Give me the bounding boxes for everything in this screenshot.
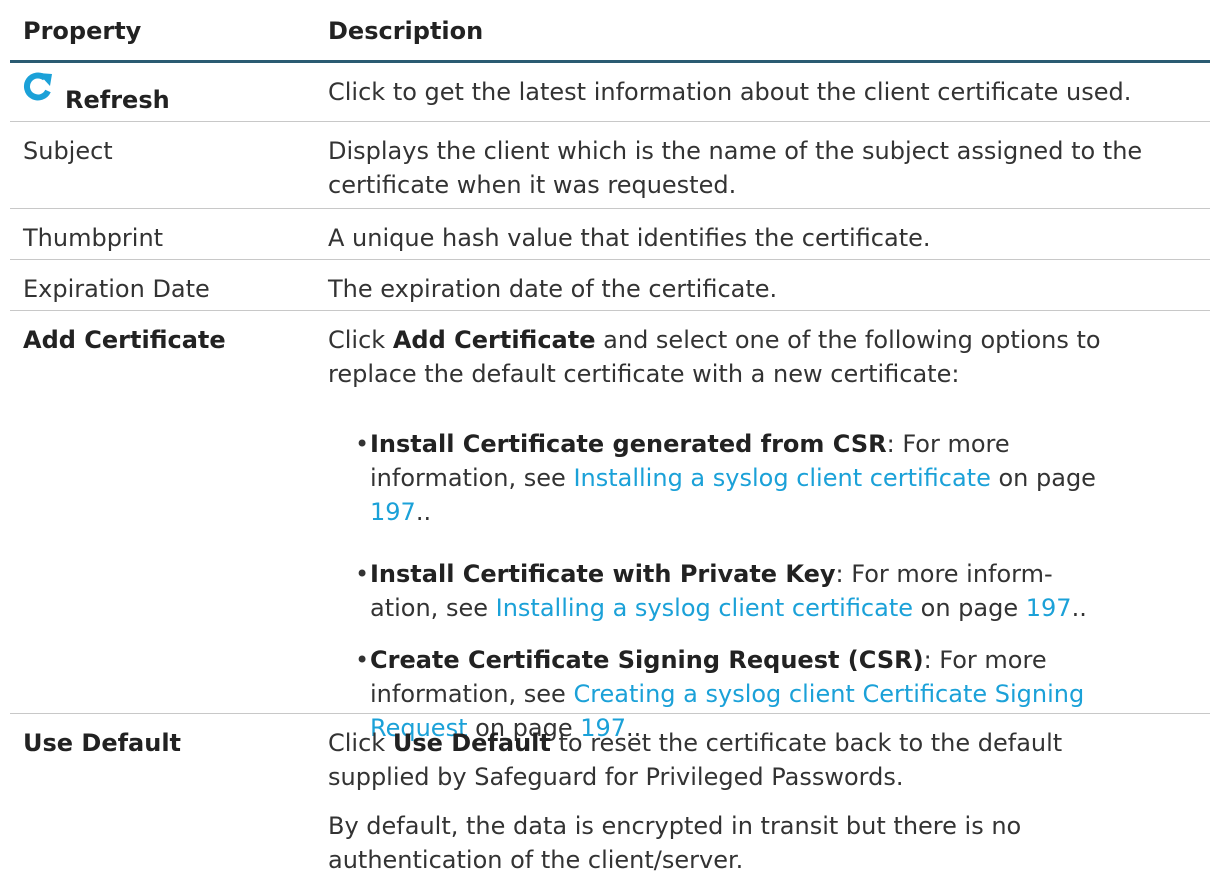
- table-row-refresh: Refresh Click to get the latest informat…: [10, 63, 1210, 121]
- add-certificate-intro-line1: Click Add Certificate and select one of …: [328, 326, 1101, 354]
- link-installing-syslog-client-certificate[interactable]: Installing a syslog client certificate: [573, 464, 990, 492]
- refresh-label[interactable]: Refresh: [65, 83, 170, 117]
- subject-description-line2: certificate when it was requested.: [328, 171, 737, 199]
- bullet-icon: •: [355, 560, 370, 588]
- use-default-label: Use Default: [23, 729, 182, 757]
- expiration-label: Expiration Date: [23, 275, 210, 303]
- table-row-add-certificate: Add Certificate Click Add Certificate an…: [10, 311, 1210, 742]
- add-certificate-intro-line2: replace the default certificate with a n…: [328, 360, 960, 388]
- refresh-property-cell: Refresh: [23, 72, 313, 117]
- link-page-197[interactable]: 197: [370, 498, 416, 526]
- header-description: Description: [328, 17, 484, 45]
- subject-description: Displays the client which is the name of…: [328, 134, 1208, 202]
- table-header: Property Description: [10, 0, 1210, 60]
- thumbprint-description: A unique hash value that identifies the …: [328, 224, 931, 252]
- table-row-subject: Subject Displays the client which is the…: [10, 122, 1210, 208]
- option-install-csr[interactable]: Install Certificate generated from CSR: [370, 430, 887, 458]
- header-property: Property: [23, 17, 142, 45]
- use-default-description: Click Use Default to reset the certifica…: [328, 729, 1063, 874]
- thumbprint-label: Thumbprint: [23, 224, 164, 252]
- option-install-private-key[interactable]: Install Certificate with Private Key: [370, 560, 836, 588]
- expiration-description: The expiration date of the certificate.: [328, 275, 778, 303]
- refresh-description: Click to get the latest information abou…: [328, 78, 1132, 106]
- bullet-icon: •: [355, 430, 370, 458]
- link-creating-syslog-csr[interactable]: Creating a syslog client Certificate Sig…: [573, 680, 1084, 708]
- bullet-icon: •: [355, 646, 370, 674]
- option-create-csr[interactable]: Create Certificate Signing Request (CSR): [370, 646, 924, 674]
- link-page-197[interactable]: 197: [1026, 594, 1072, 622]
- table-row-expiration: Expiration Date The expiration date of t…: [10, 260, 1210, 310]
- add-certificate-intro: Click Add Certificate and select one of …: [328, 323, 1208, 391]
- subject-description-line1: Displays the client which is the name of…: [328, 137, 1143, 165]
- table-row-use-default: Use Default Click Use Default to reset t…: [10, 714, 1210, 885]
- add-certificate-label: Add Certificate: [23, 326, 226, 354]
- link-installing-syslog-client-certificate[interactable]: Installing a syslog client certificate: [496, 594, 913, 622]
- table-row-thumbprint: Thumbprint A unique hash value that iden…: [10, 209, 1210, 259]
- refresh-icon[interactable]: [23, 72, 57, 106]
- subject-label: Subject: [23, 137, 113, 165]
